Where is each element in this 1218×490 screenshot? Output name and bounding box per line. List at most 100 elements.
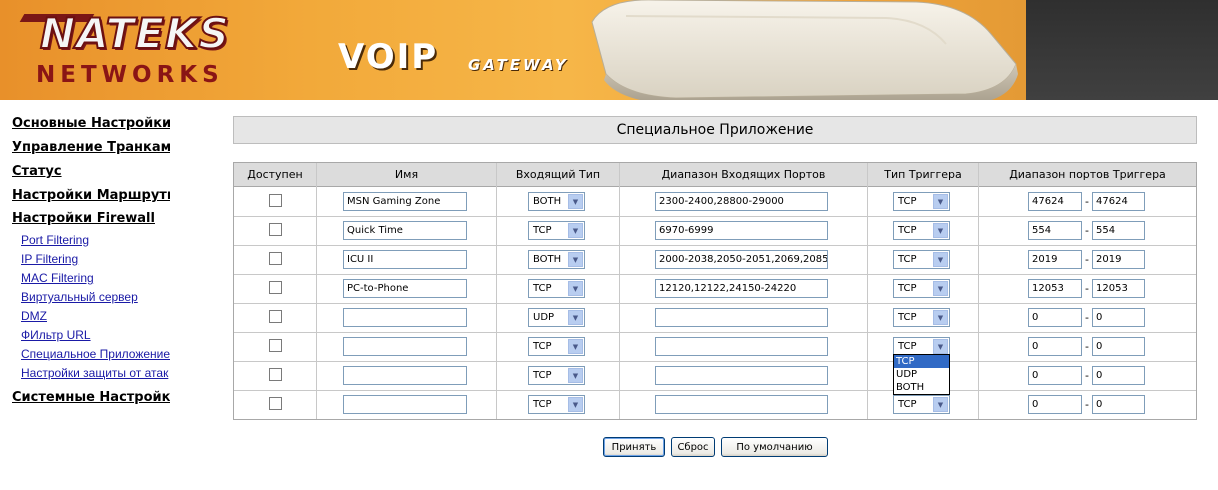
- incoming-type-select[interactable]: TCP ▼: [528, 366, 585, 385]
- trigger-type-select[interactable]: TCP ▼: [893, 308, 950, 327]
- name-input[interactable]: ICU II: [343, 250, 467, 269]
- enabled-checkbox[interactable]: [269, 397, 282, 410]
- incoming-type-select[interactable]: BOTH ▼: [528, 250, 585, 269]
- range-separator: -: [1085, 311, 1089, 324]
- incoming-type-value: BOTH: [533, 196, 562, 207]
- trigger-type-value: TCP: [898, 254, 917, 265]
- name-input[interactable]: [343, 337, 467, 356]
- incoming-type-select[interactable]: TCP ▼: [528, 279, 585, 298]
- sidebar-item-firewall-settings[interactable]: Настройки Firewall: [12, 211, 155, 227]
- incoming-type-select[interactable]: UDP ▼: [528, 308, 585, 327]
- incoming-ports-input[interactable]: [655, 308, 828, 327]
- incoming-type-select[interactable]: TCP ▼: [528, 337, 585, 356]
- enabled-checkbox[interactable]: [269, 223, 282, 236]
- incoming-type-value: TCP: [533, 283, 552, 294]
- name-input[interactable]: MSN Gaming Zone: [343, 192, 467, 211]
- enabled-checkbox[interactable]: [269, 310, 282, 323]
- incoming-ports-input[interactable]: [655, 366, 828, 385]
- trigger-port-to-input[interactable]: 0: [1092, 308, 1145, 327]
- header: NATEKS NETWORKS VOIP GATEWAY: [0, 0, 1218, 100]
- trigger-type-select[interactable]: TCP ▼: [893, 279, 950, 298]
- sidebar-item-status[interactable]: Статус: [12, 164, 62, 180]
- range-separator: -: [1085, 369, 1089, 382]
- chevron-down-icon: ▼: [933, 223, 948, 238]
- enabled-checkbox[interactable]: [269, 194, 282, 207]
- incoming-ports-input[interactable]: [655, 337, 828, 356]
- special-application-table: Доступен Имя Входящий Тип Диапазон Входя…: [233, 162, 1197, 420]
- name-input[interactable]: [343, 308, 467, 327]
- range-separator: -: [1085, 282, 1089, 295]
- trigger-port-to-input[interactable]: 0: [1092, 366, 1145, 385]
- dropdown-option-udp[interactable]: UDP: [894, 368, 949, 381]
- incoming-type-select[interactable]: TCP ▼: [528, 221, 585, 240]
- trigger-type-value: TCP: [898, 341, 917, 352]
- trigger-type-select[interactable]: TCP ▼: [893, 395, 950, 414]
- trigger-port-to-input[interactable]: 47624: [1092, 192, 1145, 211]
- trigger-port-to-input[interactable]: 12053: [1092, 279, 1145, 298]
- enabled-checkbox[interactable]: [269, 339, 282, 352]
- sidebar-item-special-application[interactable]: Специальное Приложение: [21, 347, 170, 361]
- default-button[interactable]: По умолчанию: [721, 437, 828, 457]
- trigger-port-from-input[interactable]: 0: [1028, 366, 1082, 385]
- incoming-type-value: TCP: [533, 399, 552, 410]
- trigger-port-from-input[interactable]: 2019: [1028, 250, 1082, 269]
- trigger-port-from-input[interactable]: 12053: [1028, 279, 1082, 298]
- name-input[interactable]: PC-to-Phone: [343, 279, 467, 298]
- sidebar-item-ip-filtering[interactable]: IP Filtering: [21, 252, 78, 266]
- range-separator: -: [1085, 195, 1089, 208]
- trigger-type-select[interactable]: TCP ▼: [893, 221, 950, 240]
- trigger-type-value: TCP: [898, 399, 917, 410]
- trigger-port-to-input[interactable]: 2019: [1092, 250, 1145, 269]
- range-separator: -: [1085, 224, 1089, 237]
- sidebar-item-mac-filtering[interactable]: MAC Filtering: [21, 271, 94, 285]
- enabled-checkbox[interactable]: [269, 368, 282, 381]
- column-header-name: Имя: [317, 163, 497, 187]
- name-input[interactable]: [343, 366, 467, 385]
- trigger-port-from-input[interactable]: 47624: [1028, 192, 1082, 211]
- trigger-type-dropdown-list[interactable]: TCP UDP BOTH: [893, 354, 950, 395]
- incoming-ports-input[interactable]: 6970-6999: [655, 221, 828, 240]
- enabled-checkbox[interactable]: [269, 281, 282, 294]
- incoming-type-select[interactable]: BOTH ▼: [528, 192, 585, 211]
- incoming-ports-input[interactable]: 2300-2400,28800-29000: [655, 192, 828, 211]
- chevron-down-icon: ▼: [568, 310, 583, 325]
- reset-button[interactable]: Сброс: [671, 437, 715, 457]
- chevron-down-icon: ▼: [568, 397, 583, 412]
- trigger-port-to-input[interactable]: 554: [1092, 221, 1145, 240]
- chevron-down-icon: ▼: [933, 281, 948, 296]
- sidebar-item-basic-settings[interactable]: Основные Настройки: [12, 116, 170, 132]
- incoming-ports-input[interactable]: 2000-2038,2050-2051,2069,2085,3: [655, 250, 828, 269]
- chevron-down-icon: ▼: [568, 252, 583, 267]
- sidebar-item-system-settings[interactable]: Системные Настройки: [12, 390, 170, 406]
- name-input[interactable]: Quick Time: [343, 221, 467, 240]
- trigger-type-select[interactable]: TCP ▼: [893, 250, 950, 269]
- dropdown-option-both[interactable]: BOTH: [894, 381, 949, 394]
- sidebar-item-routing-settings[interactable]: Настройки Маршрутизации: [12, 188, 170, 204]
- chevron-down-icon: ▼: [568, 339, 583, 354]
- column-header-incoming-ports: Диапазон Входящих Портов: [620, 163, 868, 187]
- incoming-ports-input[interactable]: 12120,12122,24150-24220: [655, 279, 828, 298]
- enabled-checkbox[interactable]: [269, 252, 282, 265]
- sidebar-item-attack-protection[interactable]: Настройки защиты от атак: [21, 366, 168, 380]
- trigger-port-from-input[interactable]: 0: [1028, 395, 1082, 414]
- sidebar-item-dmz[interactable]: DMZ: [21, 309, 47, 323]
- trigger-type-value: TCP: [898, 283, 917, 294]
- sidebar-item-url-filter[interactable]: ФИльтр URL: [21, 328, 91, 342]
- sidebar-item-trunk-management[interactable]: Управление Транками: [12, 140, 170, 156]
- trigger-port-from-input[interactable]: 554: [1028, 221, 1082, 240]
- trigger-port-to-input[interactable]: 0: [1092, 395, 1145, 414]
- range-separator: -: [1085, 340, 1089, 353]
- trigger-port-from-input[interactable]: 0: [1028, 337, 1082, 356]
- apply-button[interactable]: Принять: [603, 437, 665, 457]
- chevron-down-icon: ▼: [933, 397, 948, 412]
- sidebar-item-port-filtering[interactable]: Port Filtering: [21, 233, 89, 247]
- trigger-type-value: TCP: [898, 312, 917, 323]
- dropdown-option-tcp[interactable]: TCP: [894, 355, 949, 368]
- trigger-port-from-input[interactable]: 0: [1028, 308, 1082, 327]
- trigger-type-select[interactable]: TCP ▼: [893, 192, 950, 211]
- name-input[interactable]: [343, 395, 467, 414]
- sidebar-item-virtual-server[interactable]: Виртуальный сервер: [21, 290, 138, 304]
- incoming-ports-input[interactable]: [655, 395, 828, 414]
- trigger-port-to-input[interactable]: 0: [1092, 337, 1145, 356]
- incoming-type-select[interactable]: TCP ▼: [528, 395, 585, 414]
